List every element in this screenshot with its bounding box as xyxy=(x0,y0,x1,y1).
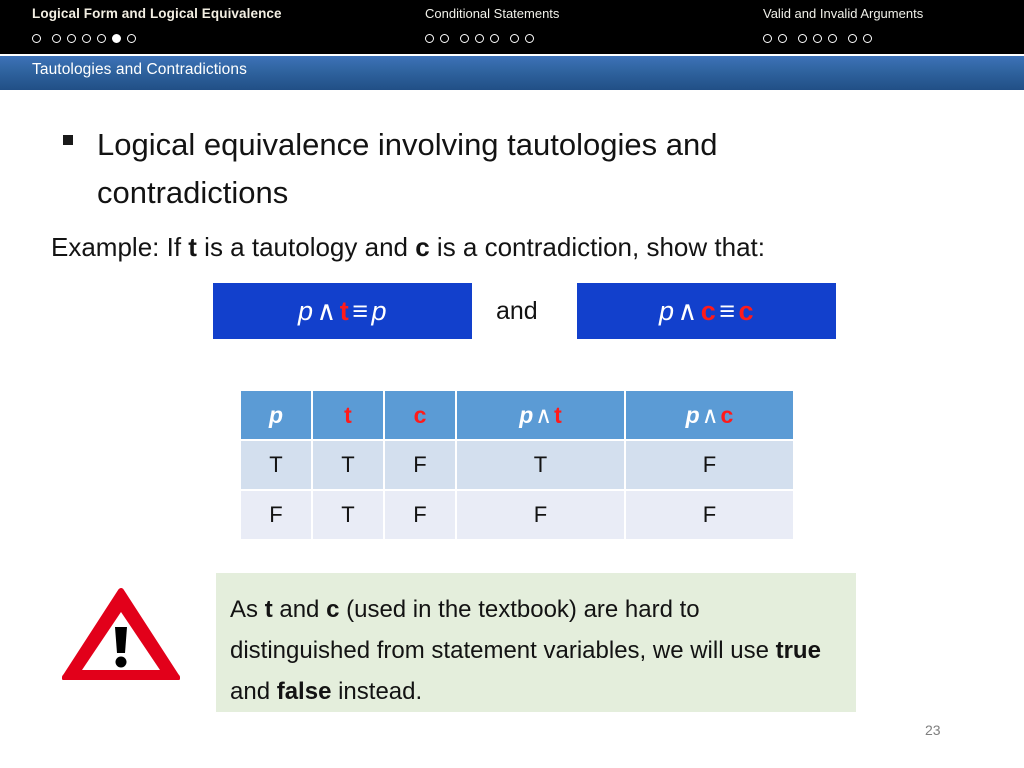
table-cell: T xyxy=(313,491,383,539)
header-variable-p: p xyxy=(685,401,700,428)
header-constant-c: c xyxy=(413,401,427,428)
truth-table: p t c p∧t p∧c T T F T F F T F F F xyxy=(239,389,795,541)
note-bold-c: c xyxy=(326,596,340,623)
example-statement: Example: If t is a tautology and c is a … xyxy=(51,229,765,265)
nav-dot[interactable] xyxy=(460,33,469,43)
formula-box-right: p ∧ c ≡ c xyxy=(577,283,836,339)
nav-dot[interactable] xyxy=(763,33,772,43)
nav-dot[interactable] xyxy=(32,33,41,43)
table-header-row: p t c p∧t p∧c xyxy=(241,391,793,439)
example-prefix: Example: If xyxy=(51,232,189,262)
nav-dot[interactable] xyxy=(490,33,499,43)
nav-dot[interactable] xyxy=(127,33,136,43)
header-constant-c: c xyxy=(720,401,734,428)
bullet-text: Logical equivalence involving tautologie… xyxy=(97,127,718,210)
table-cell: T xyxy=(241,441,311,489)
formula-variable-p-right: p xyxy=(371,295,388,326)
table-header-cell-p: p xyxy=(241,391,311,439)
header-variable-p: p xyxy=(519,401,534,428)
warning-triangle-icon xyxy=(61,588,181,682)
page-number: 23 xyxy=(925,722,941,738)
nav-progress-dots[interactable] xyxy=(425,24,559,49)
header-constant-t: t xyxy=(554,401,562,428)
note-part5: instead. xyxy=(331,678,423,705)
nav-dot[interactable] xyxy=(67,33,76,43)
table-row: T T F T F xyxy=(241,441,793,489)
section-title: Tautologies and Contradictions xyxy=(32,61,247,78)
formula-equivalence-operator: ≡ xyxy=(719,295,736,326)
table-cell: F xyxy=(385,491,455,539)
conjunction-label: and xyxy=(496,297,538,325)
header-variable-p: p xyxy=(268,401,284,428)
header-constant-t: t xyxy=(344,401,352,428)
nav-dot[interactable] xyxy=(798,33,807,43)
note-part4: and xyxy=(230,678,277,705)
formula-variable-p: p xyxy=(297,295,314,326)
example-suffix: is a contradiction, show that: xyxy=(429,232,765,262)
top-navigation-bar: Logical Form and Logical Equivalence Con… xyxy=(0,0,1024,54)
nav-dot[interactable] xyxy=(525,33,534,43)
example-symbol-c: c xyxy=(415,232,430,262)
table-cell: F xyxy=(626,491,793,539)
nav-dot[interactable] xyxy=(813,33,822,43)
table-cell: F xyxy=(457,491,624,539)
note-part2: and xyxy=(272,596,327,623)
nav-group-title: Logical Form and Logical Equivalence xyxy=(32,6,282,21)
table-cell: F xyxy=(385,441,455,489)
formula-equivalence-operator: ≡ xyxy=(352,295,369,326)
formula-constant-c: c xyxy=(700,295,717,326)
formula-expression: p ∧ c ≡ c xyxy=(659,296,754,327)
nav-dot-active[interactable] xyxy=(112,33,121,43)
example-symbol-t: t xyxy=(188,232,197,262)
nav-dot[interactable] xyxy=(778,33,787,43)
nav-dot[interactable] xyxy=(863,33,872,43)
formula-and-operator: ∧ xyxy=(677,295,698,326)
note-text: As t and c (used in the textbook) are ha… xyxy=(216,573,856,712)
nav-dot[interactable] xyxy=(82,33,91,43)
nav-progress-dots[interactable] xyxy=(763,24,923,49)
nav-group-logical-form[interactable]: Logical Form and Logical Equivalence xyxy=(32,0,282,49)
bullet-item: Logical equivalence involving tautologie… xyxy=(63,121,913,217)
nav-dot[interactable] xyxy=(52,33,61,43)
nav-progress-dots[interactable] xyxy=(32,24,282,49)
example-middle: is a tautology and xyxy=(196,232,416,262)
table-header-cell-t: t xyxy=(313,391,383,439)
section-title-bar: Tautologies and Contradictions xyxy=(0,56,1024,90)
table-cell: T xyxy=(457,441,624,489)
note-part1: As xyxy=(230,596,265,623)
table-cell: T xyxy=(313,441,383,489)
nav-dot[interactable] xyxy=(828,33,837,43)
note-bold-false: false xyxy=(276,678,332,705)
table-header-cell-p-and-t: p∧t xyxy=(457,391,624,439)
nav-group-conditional-statements[interactable]: Conditional Statements xyxy=(425,0,559,49)
table-header-cell-p-and-c: p∧c xyxy=(626,391,793,439)
nav-dot[interactable] xyxy=(425,33,434,43)
formula-and-operator: ∧ xyxy=(316,295,337,326)
nav-group-title: Conditional Statements xyxy=(425,6,560,21)
nav-dot[interactable] xyxy=(510,33,519,43)
note-bold-t: t xyxy=(264,596,273,623)
nav-group-title: Valid and Invalid Arguments xyxy=(763,6,924,21)
nav-dot[interactable] xyxy=(97,33,106,43)
note-callout-box: As t and c (used in the textbook) are ha… xyxy=(216,573,856,712)
nav-group-valid-invalid-arguments[interactable]: Valid and Invalid Arguments xyxy=(763,0,923,49)
formula-variable-p: p xyxy=(658,295,675,326)
header-and-operator: ∧ xyxy=(535,401,553,428)
table-header-cell-c: c xyxy=(385,391,455,439)
note-bold-true: true xyxy=(775,637,821,664)
formula-constant-c-right: c xyxy=(738,295,755,326)
bullet-square-icon xyxy=(63,135,73,145)
formula-constant-t: t xyxy=(339,295,350,326)
formula-box-left: p ∧ t ≡ p xyxy=(213,283,472,339)
nav-dot[interactable] xyxy=(848,33,857,43)
nav-dot[interactable] xyxy=(475,33,484,43)
formula-expression: p ∧ t ≡ p xyxy=(298,296,387,327)
header-and-operator: ∧ xyxy=(701,401,719,428)
nav-dot[interactable] xyxy=(440,33,449,43)
table-cell: F xyxy=(626,441,793,489)
table-row: F T F F F xyxy=(241,491,793,539)
table-cell: F xyxy=(241,491,311,539)
